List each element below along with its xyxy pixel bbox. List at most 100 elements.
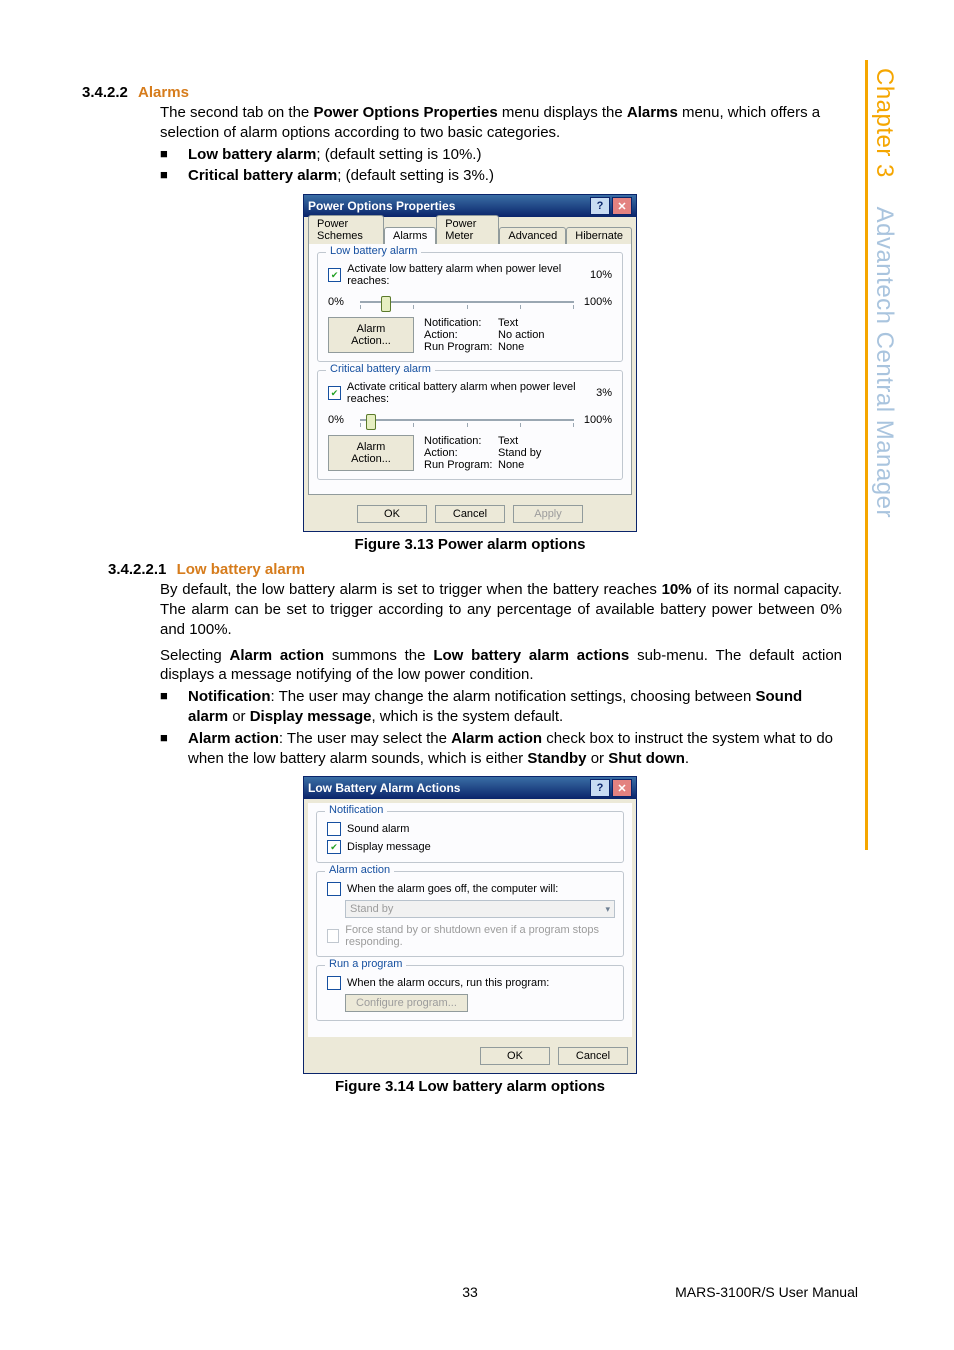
- checkbox-force: [327, 929, 339, 943]
- checkbox-sound-alarm[interactable]: [327, 822, 341, 836]
- label-sound-alarm: Sound alarm: [347, 823, 409, 835]
- dialog-titlebar: Low Battery Alarm Actions ? ✕: [304, 777, 636, 799]
- dialog-button-row: OK Cancel: [304, 1041, 636, 1073]
- tab-alarms[interactable]: Alarms: [384, 227, 436, 244]
- bullet-low-battery: ■ Low battery alarm; (default setting is…: [160, 145, 842, 165]
- row-force: Force stand by or shutdown even if a pro…: [327, 924, 613, 948]
- bullet-critical-battery: ■ Critical battery alarm; (default setti…: [160, 166, 842, 186]
- bullet-icon: ■: [160, 729, 188, 769]
- tab-panel-alarms: Low battery alarm Activate low battery a…: [308, 243, 632, 495]
- page-footer: 33 MARS-3100R/S User Manual: [82, 1284, 858, 1300]
- row-display-message: Display message: [327, 840, 613, 854]
- dialog-title: Low Battery Alarm Actions: [308, 781, 460, 795]
- checkbox-crit-activate[interactable]: [328, 386, 341, 400]
- group-low-battery: Low battery alarm Activate low battery a…: [317, 252, 623, 362]
- crit-slider-min: 0%: [328, 414, 354, 426]
- group-alarm-action-legend: Alarm action: [325, 864, 394, 876]
- para-low-default: By default, the low battery alarm is set…: [160, 580, 842, 639]
- heading-3-4-2-2-1: 3.4.2.2.1 Low battery alarm: [108, 561, 858, 578]
- heading-3-4-2-2-1-num: 3.4.2.2.1: [108, 561, 166, 578]
- low-alarm-action-button[interactable]: Alarm Action...: [328, 317, 414, 353]
- crit-slider-max: 100%: [580, 414, 612, 426]
- help-button[interactable]: ?: [590, 779, 610, 797]
- side-tab-text: Chapter 3 Advantech Central Manager: [870, 60, 898, 518]
- crit-alarm-action-summary: Notification:Text Action:Stand by Run Pr…: [424, 435, 541, 471]
- row-low-alarm-action: Alarm Action... Notification:Text Action…: [328, 317, 612, 353]
- row-crit-activate: Activate critical battery alarm when pow…: [328, 381, 612, 405]
- label-when-alarm: When the alarm goes off, the computer wi…: [347, 883, 558, 895]
- tab-hibernate[interactable]: Hibernate: [566, 227, 632, 244]
- dialog-button-row: OK Cancel Apply: [304, 499, 636, 531]
- heading-3-4-2-2-title: Alarms: [138, 84, 189, 101]
- heading-3-4-2-2-1-title: Low battery alarm: [177, 561, 305, 578]
- heading-3-4-2-2: 3.4.2.2 Alarms: [82, 84, 858, 101]
- tab-power-schemes[interactable]: Power Schemes: [308, 215, 384, 244]
- tab-power-meter[interactable]: Power Meter: [436, 215, 499, 244]
- dialog-power-options: Power Options Properties ? ✕ Power Schem…: [303, 194, 637, 532]
- para-low-alarm-action: Selecting Alarm action summons the Low b…: [160, 646, 842, 686]
- row-crit-slider: 0% 100%: [328, 411, 612, 429]
- label-crit-activate: Activate critical battery alarm when pow…: [347, 381, 596, 405]
- help-button[interactable]: ?: [590, 197, 610, 215]
- cancel-button[interactable]: Cancel: [435, 505, 505, 523]
- dialog-titlebar: Power Options Properties ? ✕: [304, 195, 636, 217]
- cancel-button[interactable]: Cancel: [558, 1047, 628, 1065]
- group-alarm-action: Alarm action When the alarm goes off, th…: [316, 871, 624, 957]
- side-tab-chapter: Chapter 3: [871, 68, 898, 178]
- low-alarm-action-summary: Notification:Text Action:No action Run P…: [424, 317, 544, 353]
- row-run-when: When the alarm occurs, run this program:: [327, 976, 613, 990]
- label-display-message: Display message: [347, 841, 431, 853]
- low-slider-thumb[interactable]: [381, 296, 391, 312]
- side-tab-title: Advantech Central Manager: [871, 207, 898, 518]
- ok-button[interactable]: OK: [480, 1047, 550, 1065]
- bullet-icon: ■: [160, 145, 188, 165]
- group-critical-battery: Critical battery alarm Activate critical…: [317, 370, 623, 480]
- bullet-icon: ■: [160, 687, 188, 727]
- low-slider-max: 100%: [580, 296, 612, 308]
- label-force: Force stand by or shutdown even if a pro…: [345, 924, 613, 948]
- figure-3-14-caption: Figure 3.14 Low battery alarm options: [82, 1078, 858, 1095]
- tab-strip: Power Schemes Alarms Power Meter Advance…: [304, 217, 636, 243]
- bullet-notification: ■ Notification: The user may change the …: [160, 687, 842, 727]
- dialog-panel: Notification Sound alarm Display message…: [308, 803, 632, 1037]
- crit-slider-thumb[interactable]: [366, 414, 376, 430]
- checkbox-display-message[interactable]: [327, 840, 341, 854]
- configure-program-button[interactable]: Configure program...: [345, 994, 468, 1012]
- chevron-down-icon: ▾: [605, 904, 610, 915]
- row-crit-alarm-action: Alarm Action... Notification:Text Action…: [328, 435, 612, 471]
- bullet-icon: ■: [160, 166, 188, 186]
- para-alarms-intro: The second tab on the Power Options Prop…: [160, 103, 842, 143]
- low-slider[interactable]: [360, 293, 574, 311]
- row-low-activate: Activate low battery alarm when power le…: [328, 263, 612, 287]
- group-crit-legend: Critical battery alarm: [326, 363, 435, 375]
- group-low-legend: Low battery alarm: [326, 245, 421, 257]
- chapter-side-tab: Chapter 3 Advantech Central Manager: [865, 60, 900, 850]
- value-crit-pct: 3%: [596, 387, 612, 399]
- group-notification: Notification Sound alarm Display message: [316, 811, 624, 863]
- checkbox-low-activate[interactable]: [328, 268, 341, 282]
- value-low-pct: 10%: [590, 269, 612, 281]
- select-standby-value: Stand by: [350, 903, 393, 915]
- heading-3-4-2-2-num: 3.4.2.2: [82, 84, 128, 101]
- select-standby[interactable]: Stand by ▾: [345, 900, 615, 918]
- row-when-alarm: When the alarm goes off, the computer wi…: [327, 882, 613, 896]
- checkbox-when-alarm[interactable]: [327, 882, 341, 896]
- label-run-when: When the alarm occurs, run this program:: [347, 977, 549, 989]
- crit-slider[interactable]: [360, 411, 574, 429]
- label-low-activate: Activate low battery alarm when power le…: [347, 263, 590, 287]
- crit-alarm-action-button[interactable]: Alarm Action...: [328, 435, 414, 471]
- tab-advanced[interactable]: Advanced: [499, 227, 566, 244]
- dialog-low-battery-actions: Low Battery Alarm Actions ? ✕ Notificati…: [303, 776, 637, 1074]
- row-sound-alarm: Sound alarm: [327, 822, 613, 836]
- apply-button[interactable]: Apply: [513, 505, 583, 523]
- page-number: 33: [462, 1284, 478, 1300]
- row-low-slider: 0% 100%: [328, 293, 612, 311]
- dialog-title: Power Options Properties: [308, 199, 455, 213]
- checkbox-run-program[interactable]: [327, 976, 341, 990]
- group-run-legend: Run a program: [325, 958, 406, 970]
- figure-3-13-caption: Figure 3.13 Power alarm options: [82, 536, 858, 553]
- close-button[interactable]: ✕: [612, 197, 632, 215]
- ok-button[interactable]: OK: [357, 505, 427, 523]
- close-button[interactable]: ✕: [612, 779, 632, 797]
- group-notification-legend: Notification: [325, 804, 387, 816]
